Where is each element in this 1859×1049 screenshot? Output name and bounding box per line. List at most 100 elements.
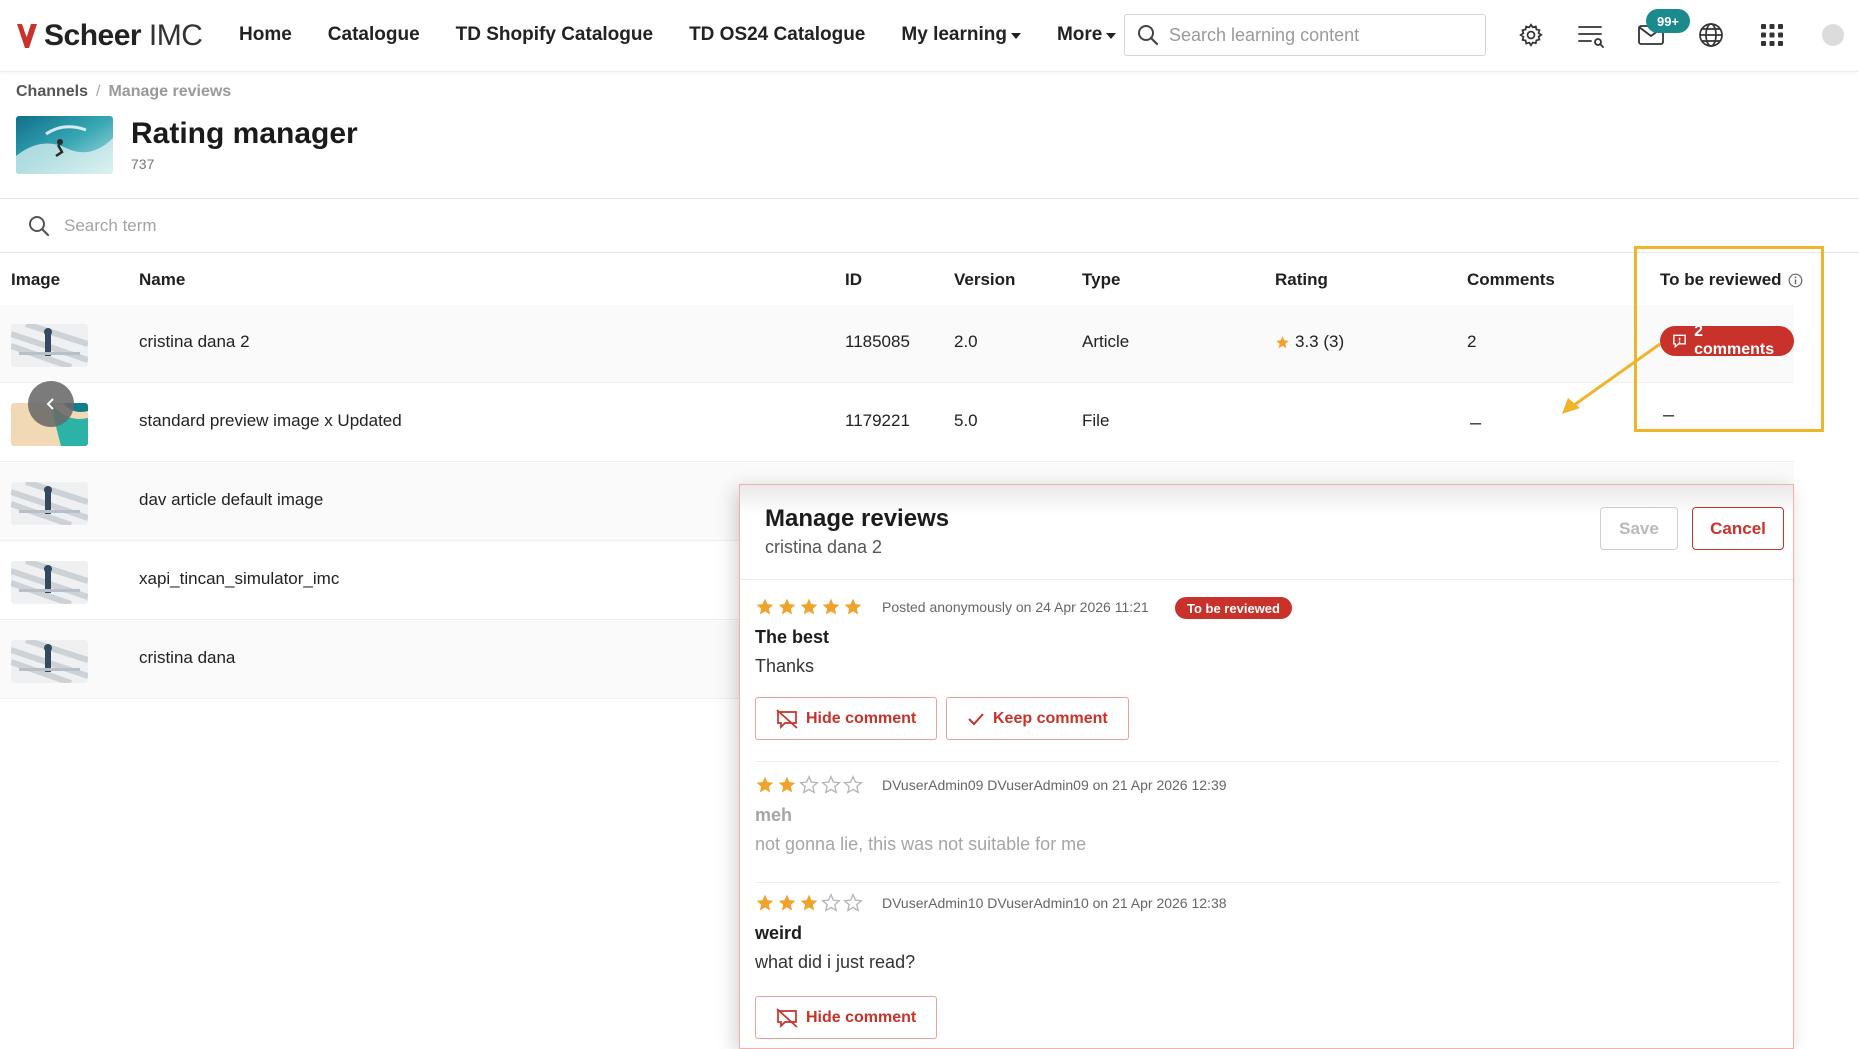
star-empty-icon	[821, 893, 841, 912]
review-title: weird	[755, 923, 803, 943]
user-avatar-icon[interactable]	[1822, 24, 1844, 46]
item-thumbnail	[11, 324, 88, 367]
column-header-comments[interactable]: Comments	[1467, 270, 1555, 290]
table-header: Image Name ID Version Type Rating Commen…	[0, 254, 1859, 304]
main-nav: Home Catalogue TD Shopify Catalogue TD O…	[239, 0, 1152, 70]
star-filled-icon	[756, 598, 774, 615]
page-title: Rating manager	[131, 117, 358, 150]
review-item: DVuserAdmin10 DVuserAdmin10 on 21 Apr 20…	[755, 893, 1780, 1048]
item-comments-count: 2	[1467, 332, 1477, 351]
comment-hidden-icon	[776, 1007, 798, 1028]
cancel-button[interactable]: Cancel	[1692, 507, 1784, 550]
item-type: Article	[1082, 332, 1130, 351]
star-filled-icon	[756, 776, 774, 793]
table-search[interactable]	[0, 198, 1859, 253]
column-header-rating[interactable]: Rating	[1275, 270, 1328, 290]
star-filled-icon	[756, 894, 774, 911]
item-name[interactable]: cristina dana 2	[139, 332, 250, 352]
global-search-input[interactable]	[1169, 24, 1469, 46]
review-meta: Posted anonymously on 24 Apr 2026 11:21	[882, 599, 1149, 615]
nav-home[interactable]: Home	[239, 24, 292, 46]
nav-my-learning[interactable]: My learning	[901, 24, 1021, 46]
table-row[interactable]: cristina dana 2 1185085 2.0 Article 3.3 …	[0, 305, 1794, 383]
nav-td-shopify-catalogue[interactable]: TD Shopify Catalogue	[456, 24, 653, 46]
table-row[interactable]: standard preview image x Updated 1179221…	[0, 384, 1794, 462]
dialog-subtitle: cristina dana 2	[765, 537, 883, 557]
star-filled-icon	[778, 598, 796, 615]
star-empty-icon	[843, 775, 863, 794]
review-text: not gonna lie, this was not suitable for…	[755, 834, 1087, 854]
review-meta: DVuserAdmin10 DVuserAdmin10 on 21 Apr 20…	[882, 895, 1227, 911]
info-icon[interactable]	[1788, 273, 1803, 288]
review-title: The best	[755, 627, 830, 647]
global-search[interactable]	[1124, 14, 1486, 56]
item-comments-count: –	[1470, 412, 1482, 434]
star-filled-icon	[778, 776, 796, 793]
caret-down-icon	[1106, 33, 1117, 39]
breadcrumb-channels-link[interactable]: Channels	[16, 83, 88, 101]
column-header-name[interactable]: Name	[139, 270, 185, 290]
to-be-reviewed-comments-button[interactable]: 2 comments	[1660, 323, 1794, 358]
globe-icon[interactable]	[1696, 20, 1726, 50]
nav-td-os24-catalogue[interactable]: TD OS24 Catalogue	[689, 24, 865, 46]
channel-image	[16, 116, 113, 174]
brand-logo[interactable]: Scheer IMC	[16, 18, 203, 54]
review-title: meh	[755, 805, 793, 825]
review-text: Thanks	[755, 656, 815, 676]
review-item: DVuserAdmin09 DVuserAdmin09 on 21 Apr 20…	[755, 775, 1780, 883]
item-thumbnail	[11, 640, 88, 683]
save-button[interactable]: Save	[1600, 507, 1678, 550]
item-rating: 3.3 (3)	[1275, 332, 1344, 352]
breadcrumb: Channels / Manage reviews	[16, 83, 231, 101]
breadcrumb-current: Manage reviews	[108, 83, 232, 100]
hide-comment-button[interactable]: Hide comment	[755, 697, 938, 740]
hide-comment-button[interactable]: Hide comment	[755, 996, 938, 1039]
column-header-version[interactable]: Version	[954, 270, 1015, 290]
scheer-logo-icon	[17, 24, 37, 48]
star-filled-icon	[822, 598, 840, 615]
review-stars	[755, 597, 865, 617]
caret-down-icon	[1010, 33, 1021, 39]
column-header-to-be-reviewed[interactable]: To be reviewed	[1660, 270, 1803, 290]
chevron-left-icon	[46, 398, 54, 410]
item-name[interactable]: dav article default image	[139, 490, 323, 510]
review-stars	[755, 775, 865, 795]
star-filled-icon	[800, 598, 818, 615]
table-search-input[interactable]	[64, 215, 564, 236]
task-list-icon[interactable]	[1576, 20, 1606, 50]
review-stars	[755, 893, 865, 913]
keep-comment-button[interactable]: Keep comment	[946, 697, 1129, 740]
item-id: 1185085	[845, 332, 910, 351]
manage-reviews-dialog: Manage reviews cristina dana 2 Save Canc…	[739, 484, 1794, 1049]
item-count: 737	[131, 156, 155, 172]
review-item: Posted anonymously on 24 Apr 2026 11:21 …	[755, 597, 1780, 762]
comment-hidden-icon	[776, 708, 798, 729]
item-name[interactable]: standard preview image x Updated	[139, 411, 402, 431]
star-filled-icon	[778, 894, 796, 911]
brand-name: Scheer IMC	[44, 19, 203, 52]
column-header-image[interactable]: Image	[11, 270, 60, 290]
check-icon	[968, 712, 984, 725]
item-version: 2.0	[954, 332, 978, 351]
item-name[interactable]: cristina dana	[139, 648, 235, 668]
nav-catalogue[interactable]: Catalogue	[328, 24, 420, 46]
star-icon	[1276, 335, 1289, 348]
dialog-title: Manage reviews	[765, 505, 950, 532]
back-button[interactable]	[28, 381, 74, 427]
search-icon	[1138, 25, 1159, 46]
column-header-type[interactable]: Type	[1082, 270, 1120, 290]
app-grid-icon[interactable]	[1757, 20, 1787, 50]
item-version: 5.0	[954, 411, 978, 430]
nav-more[interactable]: More	[1057, 24, 1117, 46]
item-thumbnail	[11, 561, 88, 604]
status-badge: To be reviewed	[1175, 597, 1292, 619]
star-filled-icon	[800, 894, 818, 911]
review-meta: DVuserAdmin09 DVuserAdmin09 on 21 Apr 20…	[882, 777, 1227, 793]
gear-icon[interactable]	[1516, 20, 1546, 50]
item-type: File	[1082, 411, 1110, 430]
messages-count-badge: 99+	[1646, 9, 1690, 33]
item-thumbnail	[11, 482, 88, 525]
column-header-id[interactable]: ID	[845, 270, 862, 290]
item-name[interactable]: xapi_tincan_simulator_imc	[139, 569, 339, 589]
star-empty-icon	[799, 775, 819, 794]
